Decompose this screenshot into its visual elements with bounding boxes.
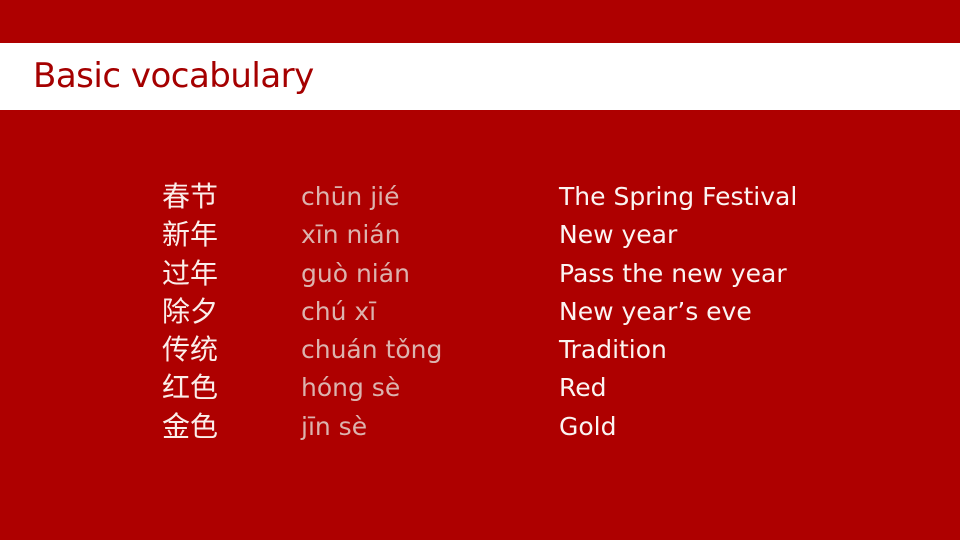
pinyin-term: chuán tǒng	[301, 335, 443, 365]
hanzi-term: 金色	[162, 409, 219, 443]
english-term: Red	[559, 373, 607, 403]
hanzi-term: 红色	[162, 371, 219, 405]
hanzi-term: 过年	[162, 256, 219, 290]
hanzi-column: 春节 新年 过年 除夕 传统 红色 金色	[162, 178, 218, 446]
english-term: The Spring Festival	[559, 182, 798, 211]
hanzi-term: 春节	[162, 180, 219, 213]
pinyin-column: chūn jié xīn nián guò nián chú xī chuán …	[301, 178, 442, 446]
english-column: The Spring Festival New year Pass the ne…	[559, 178, 797, 446]
slide-title: Basic vocabulary	[33, 56, 314, 96]
pinyin-term: chú xī	[301, 296, 377, 326]
pinyin-term: jīn sè	[301, 411, 368, 441]
pinyin-term: guò nián	[301, 258, 410, 288]
pinyin-term: xīn nián	[301, 220, 401, 250]
hanzi-term: 传统	[162, 333, 219, 367]
hanzi-term: 新年	[162, 218, 219, 252]
pinyin-term: chūn jié	[301, 182, 400, 211]
english-term: Gold	[559, 411, 617, 441]
english-term: Tradition	[559, 335, 667, 365]
english-term: New year	[559, 220, 678, 250]
hanzi-term: 除夕	[162, 294, 219, 328]
pinyin-term: hóng sè	[301, 373, 401, 403]
english-term: New year’s eve	[559, 296, 752, 326]
english-term: Pass the new year	[559, 258, 787, 288]
